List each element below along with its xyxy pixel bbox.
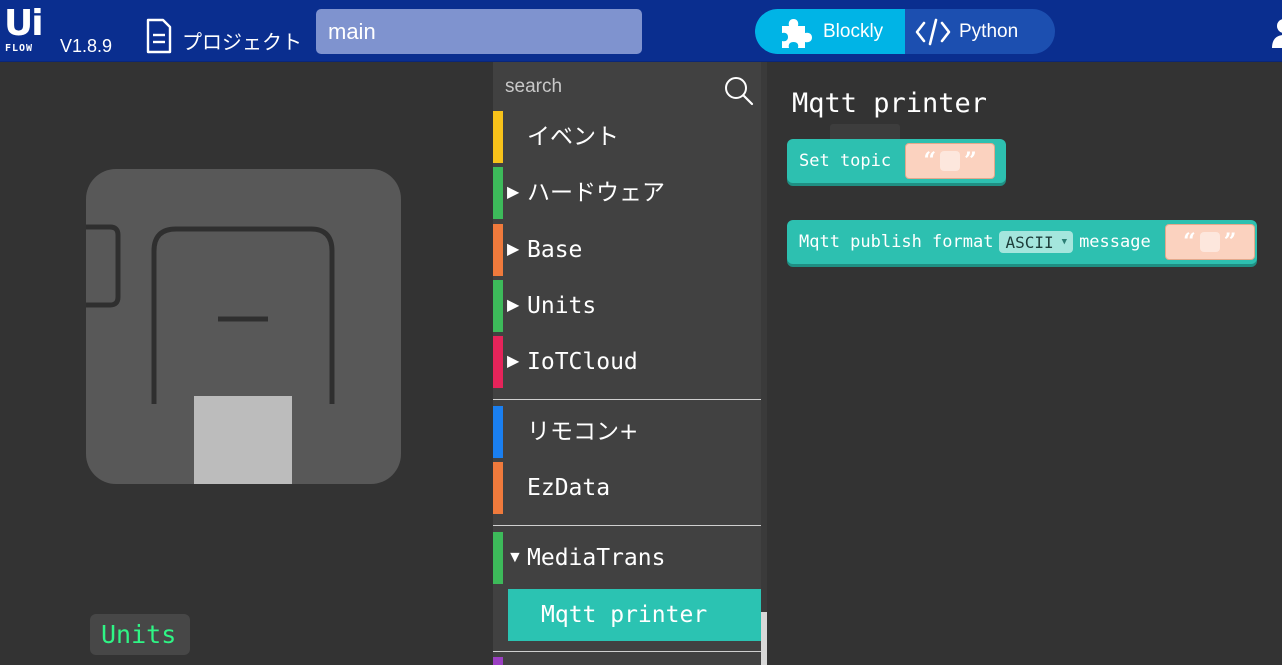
toolbox-divider xyxy=(493,399,761,400)
category-label: IoTCloud xyxy=(527,349,638,375)
topic-string-slot[interactable]: “ ” xyxy=(905,143,996,179)
toolbox: イベント ▶ ハードウェア ▶ Base ▶ Units ▶ IoTCloud … xyxy=(493,62,761,665)
block-label: Mqtt publish format xyxy=(799,232,994,252)
collapse-arrow-icon: ▼ xyxy=(507,549,523,566)
app-header: Ui FLOW V1.8.9 プロジェクト Blockly Python xyxy=(0,0,1282,62)
blockly-mode-button[interactable]: Blockly xyxy=(755,9,905,54)
flyout-title: Mqtt printer xyxy=(792,88,988,119)
block-flyout: Mqtt printer Set topic “ ” Mqtt publish … xyxy=(767,62,1282,665)
category-color-bar xyxy=(493,532,503,584)
category-color-bar xyxy=(493,167,503,219)
set-topic-block[interactable]: Set topic “ ” xyxy=(787,139,1006,183)
category-mediatrans[interactable]: ▼ MediaTrans xyxy=(493,532,761,584)
category-hardware[interactable]: ▶ ハードウェア xyxy=(493,167,761,219)
close-quote: ” xyxy=(1223,229,1237,255)
logo-subtext: FLOW xyxy=(5,43,34,54)
blockly-label: Blockly xyxy=(823,20,884,42)
open-quote: “ xyxy=(1183,229,1196,255)
uiflow-logo[interactable]: Ui FLOW xyxy=(4,3,50,56)
category-color-bar xyxy=(493,336,503,388)
category-label: ハードウェア xyxy=(527,180,665,206)
open-quote: “ xyxy=(923,148,937,174)
category-events[interactable]: イベント xyxy=(493,111,761,163)
search-icon[interactable] xyxy=(724,76,754,106)
python-mode-button[interactable]: Python xyxy=(905,9,1055,54)
block-label: message xyxy=(1079,232,1151,252)
code-icon xyxy=(915,18,951,45)
category-color-bar xyxy=(493,657,503,665)
toolbox-search xyxy=(493,62,761,110)
category-ezdata[interactable]: EzData xyxy=(493,462,761,514)
category-label: イベント xyxy=(527,124,619,150)
device-preview-area: Units xyxy=(0,62,493,665)
version-label: V1.8.9 xyxy=(60,36,113,56)
category-units[interactable]: ▶ Units xyxy=(493,280,761,332)
expand-arrow-icon: ▶ xyxy=(507,353,520,370)
block-label: Set topic xyxy=(799,151,892,171)
search-input[interactable] xyxy=(505,74,705,100)
user-icon[interactable] xyxy=(1270,16,1282,48)
category-label: MediaTrans xyxy=(527,545,666,571)
string-text-field[interactable] xyxy=(940,151,961,171)
category-color-bar xyxy=(493,280,503,332)
category-base[interactable]: ▶ Base xyxy=(493,224,761,276)
category-label: EzData xyxy=(527,475,611,501)
category-label: Units xyxy=(527,293,597,319)
device-image[interactable] xyxy=(86,169,401,484)
project-menu-button[interactable]: プロジェクト xyxy=(144,18,302,58)
toolbox-divider xyxy=(493,525,761,526)
category-color-bar xyxy=(493,406,503,458)
message-string-slot[interactable]: “ ” xyxy=(1164,224,1255,260)
project-name-input[interactable] xyxy=(316,9,642,54)
category-label: Base xyxy=(527,237,583,263)
python-label: Python xyxy=(959,20,1019,42)
expand-arrow-icon: ▶ xyxy=(507,241,520,258)
mode-switch: Blockly Python xyxy=(755,9,1055,54)
expand-arrow-icon: ▶ xyxy=(507,297,520,314)
category-color-bar xyxy=(493,224,503,276)
format-dropdown[interactable]: ASCII ▼ xyxy=(999,231,1074,253)
logo-text: Ui xyxy=(4,3,44,44)
string-text-field[interactable] xyxy=(1199,232,1220,252)
category-iotcloud[interactable]: ▶ IoTCloud xyxy=(493,336,761,388)
subcategory-mqtt-printer[interactable]: Mqtt printer xyxy=(508,589,761,641)
category-color-bar xyxy=(493,462,503,514)
project-label: プロジェクト xyxy=(182,32,302,54)
category-remote[interactable]: リモコン+ xyxy=(493,406,761,458)
format-value: ASCII xyxy=(1005,232,1054,252)
category-color-bar xyxy=(493,111,503,163)
document-icon xyxy=(146,18,172,54)
dropdown-caret-icon: ▼ xyxy=(1061,237,1068,247)
puzzle-piece-icon xyxy=(782,18,812,48)
units-badge[interactable]: Units xyxy=(90,614,190,655)
expand-arrow-icon: ▶ xyxy=(507,184,520,201)
category-label: リモコン+ xyxy=(527,419,639,445)
toolbox-divider xyxy=(493,651,761,652)
close-quote: ” xyxy=(964,148,977,174)
mqtt-publish-block[interactable]: Mqtt publish format ASCII ▼ message “ ” xyxy=(787,220,1257,264)
device-outline xyxy=(86,224,335,484)
